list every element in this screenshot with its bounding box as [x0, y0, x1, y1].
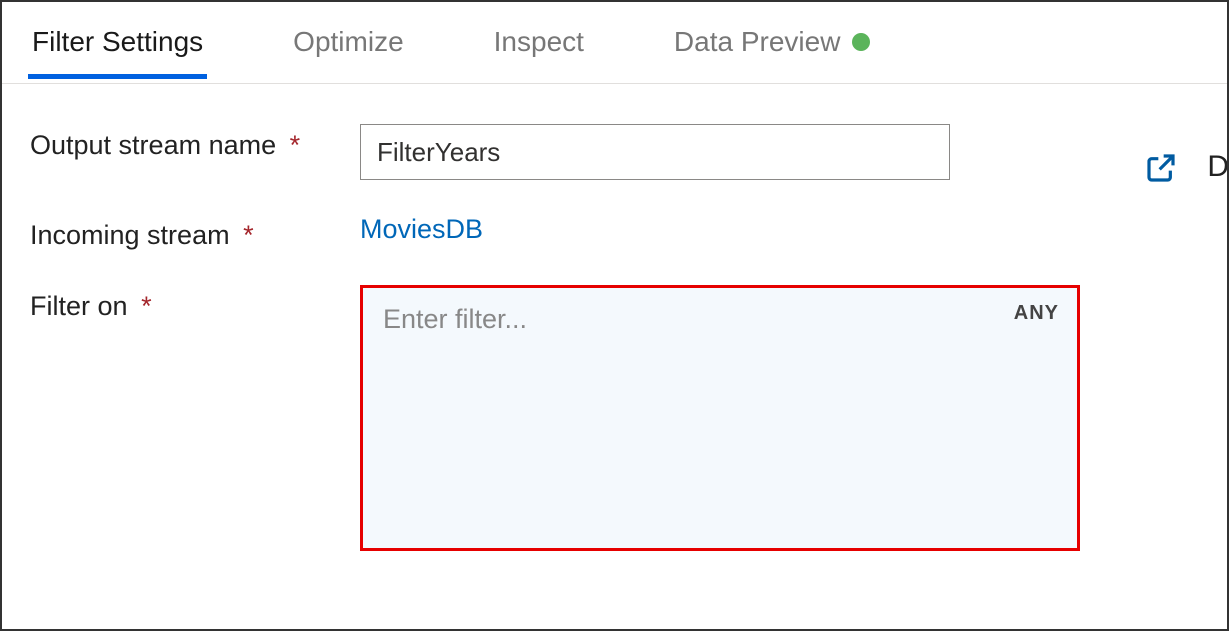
settings-panel: Filter Settings Optimize Inspect Data Pr…	[0, 0, 1229, 631]
incoming-stream-label: Incoming stream *	[30, 214, 360, 251]
tab-optimize[interactable]: Optimize	[293, 26, 403, 78]
required-marker: *	[290, 130, 301, 160]
label-text: Incoming stream	[30, 220, 230, 250]
status-dot-icon	[852, 33, 870, 51]
output-stream-input[interactable]	[360, 124, 950, 180]
label-text: Filter on	[30, 291, 128, 321]
filter-placeholder-text: Enter filter...	[383, 304, 527, 334]
filter-expression-input[interactable]: Enter filter... ANY	[360, 285, 1080, 551]
tab-label: Optimize	[293, 26, 403, 58]
filter-on-label: Filter on *	[30, 285, 360, 322]
label-text: Output stream name	[30, 130, 276, 160]
form-area: Output stream name * Incoming stream * M…	[2, 84, 1227, 625]
row-incoming-stream: Incoming stream * MoviesDB	[30, 214, 1199, 251]
tab-filter-settings[interactable]: Filter Settings	[32, 26, 203, 78]
open-external-icon[interactable]	[1145, 152, 1177, 189]
output-stream-label: Output stream name *	[30, 124, 360, 161]
row-filter-on: Filter on * Enter filter... ANY	[30, 285, 1199, 551]
tab-bar: Filter Settings Optimize Inspect Data Pr…	[2, 2, 1227, 84]
required-marker: *	[141, 291, 152, 321]
tab-label: Filter Settings	[32, 26, 203, 58]
tab-data-preview[interactable]: Data Preview	[674, 26, 871, 78]
any-badge: ANY	[1014, 302, 1059, 325]
required-marker: *	[243, 220, 254, 250]
tab-label: Data Preview	[674, 26, 841, 58]
tab-inspect[interactable]: Inspect	[494, 26, 584, 78]
incoming-stream-link[interactable]: MoviesDB	[360, 214, 483, 244]
row-output-stream: Output stream name *	[30, 124, 1199, 180]
truncated-text: D	[1207, 150, 1229, 184]
tab-label: Inspect	[494, 26, 584, 58]
